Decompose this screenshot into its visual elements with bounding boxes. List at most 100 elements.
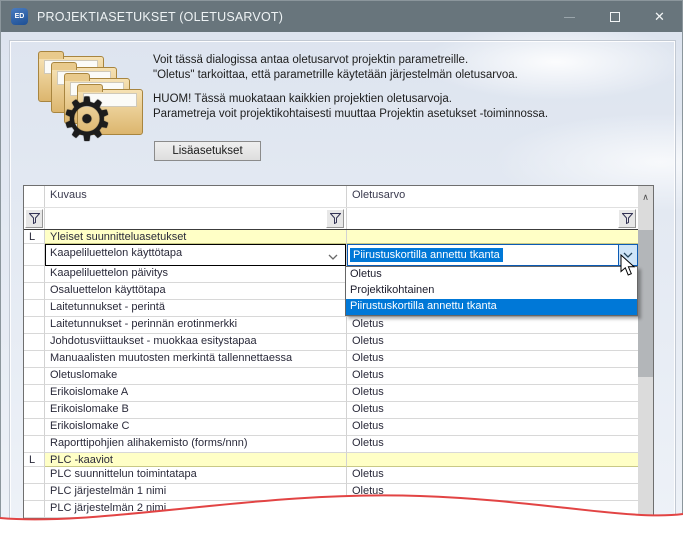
minimize-button[interactable] [547,1,592,33]
row-label-cell[interactable]: Kaapeliluettelon päivitys [45,266,347,283]
dialog-window: ED PROJEKTIASETUKSET (OLETUSARVOT) ✕ ⚙ V… [0,0,683,542]
row-label-cell[interactable]: Laitetunnukset - perinnän erotinmerkki [45,317,347,334]
table-header-row: Kuvaus Oletusarvo [24,186,638,208]
row-value-cell[interactable] [347,230,638,244]
dropdown-popup: OletusProjektikohtainenPiirustuskortilla… [345,266,638,316]
table-row: PLC suunnittelun toimintatapaOletus [24,467,638,484]
row-marker-cell[interactable] [24,317,45,334]
section-row: LYleiset suunnitteluasetukset [24,230,638,244]
row-value-cell[interactable]: Oletus [347,385,638,402]
row-label-cell[interactable]: Kaapeliluettelon käyttötapa [45,244,347,266]
row-marker-cell[interactable] [24,368,45,385]
dropdown-option[interactable]: Piirustuskortilla annettu tkanta [346,299,637,315]
table-row: Raporttipohjien alihakemisto (forms/nnn)… [24,436,638,453]
row-label-cell[interactable]: Johdotusviittaukset - muokkaa esitystapa… [45,334,347,351]
oletusarvo-combobox[interactable]: Piirustuskortilla annettu tkanta [347,244,638,266]
row-marker-cell[interactable] [24,419,45,436]
row-value-cell[interactable]: Oletus [347,334,638,351]
close-button[interactable]: ✕ [637,1,682,33]
row-value-cell[interactable]: Oletus [347,402,638,419]
combobox-selected-value: Piirustuskortilla annettu tkanta [350,248,503,262]
settings-table: Kuvaus Oletusarvo [23,185,654,519]
kuvaus-column-header[interactable]: Kuvaus [45,186,347,207]
app-icon-label: ED [15,13,25,20]
intro-line: HUOM! Tässä muokataan kaikkien projektie… [153,92,548,107]
dropdown-option[interactable]: Projektikohtainen [346,283,637,299]
row-marker-cell[interactable] [24,266,45,283]
filter-input-oletusarvo[interactable] [347,208,638,229]
table-row: OletuslomakeOletus [24,368,638,385]
row-value-cell[interactable]: Oletus [347,368,638,385]
dropdown-option[interactable]: Oletus [346,267,637,283]
app-icon: ED [11,8,28,25]
intro-line: Parametreja voit projektikohtaisesti muu… [153,107,548,122]
filter-button[interactable] [618,209,636,228]
scrollbar-thumb[interactable] [638,230,653,377]
row-marker-cell[interactable] [24,244,45,266]
row-value-cell[interactable] [347,453,638,467]
row-label-cell[interactable]: PLC -kaaviot [45,453,347,467]
funnel-icon [29,213,40,224]
window-title: PROJEKTIASETUKSET (OLETUSARVOT) [37,10,283,24]
filter-button[interactable] [25,209,43,228]
row-value-cell[interactable]: Oletus [347,467,638,484]
filter-row [24,208,638,230]
row-value-cell[interactable]: Piirustuskortilla annettu tkanta [347,244,638,266]
row-label-cell[interactable]: PLC suunnittelun toimintatapa [45,467,347,484]
dialog-body: ⚙ Voit tässä dialogissa antaa oletusarvo… [0,32,683,542]
row-label-cell[interactable]: Yleiset suunnitteluasetukset [45,230,347,244]
maximize-icon [610,12,620,22]
row-value-cell[interactable]: Oletus [347,351,638,368]
row-value-cell[interactable]: Oletus [347,436,638,453]
row-marker-cell[interactable] [24,334,45,351]
row-label-cell[interactable]: Laitetunnukset - perintä [45,300,347,317]
row-label-cell[interactable]: Erikoislomake B [45,402,347,419]
table-row: Johdotusviittaukset - muokkaa esitystapa… [24,334,638,351]
row-marker-cell[interactable] [24,283,45,300]
row-marker-cell[interactable] [24,385,45,402]
row-value-cell[interactable]: Oletus [347,317,638,334]
table-row: Laitetunnukset - perinnän erotinmerkkiOl… [24,317,638,334]
vertical-scrollbar[interactable]: ∧ [638,186,653,518]
row-marker-cell[interactable]: L [24,453,45,467]
maximize-button[interactable] [592,1,637,33]
window-controls: ✕ [547,1,682,33]
row-marker-cell[interactable] [24,402,45,419]
filter-cell-marker[interactable] [24,208,45,229]
folders-gear-icon: ⚙ [38,56,154,160]
screenshot-cut-edge [0,486,683,542]
gear-icon: ⚙ [60,90,114,150]
table-row: Erikoislomake COletus [24,419,638,436]
row-marker-cell[interactable] [24,300,45,317]
intro-line: Voit tässä dialogissa antaa oletusarvot … [153,53,548,68]
row-label-cell[interactable]: Raporttipohjien alihakemisto (forms/nnn) [45,436,347,453]
lisaasetukset-button[interactable]: Lisäasetukset [154,141,261,161]
table-row: Kaapeliluettelon käyttötapaPiirustuskort… [24,244,638,266]
row-value-cell[interactable]: Oletus [347,419,638,436]
filter-button[interactable] [326,209,344,228]
row-marker-cell[interactable] [24,467,45,484]
minimize-icon [564,17,575,18]
row-label-cell[interactable]: Erikoislomake C [45,419,347,436]
row-label-cell[interactable]: Oletuslomake [45,368,347,385]
row-label-cell[interactable]: Manuaalisten muutosten merkintä tallenne… [45,351,347,368]
scrollbar-up-button[interactable]: ∧ [638,186,653,208]
marker-column-header [24,186,45,207]
row-marker-cell[interactable] [24,351,45,368]
chevron-down-icon[interactable] [328,251,338,263]
oletusarvo-column-header[interactable]: Oletusarvo [347,186,638,207]
mouse-cursor-icon [620,254,636,278]
section-row: LPLC -kaaviot [24,453,638,467]
table-row: Erikoislomake BOletus [24,402,638,419]
chevron-up-icon: ∧ [642,192,649,203]
row-marker-cell[interactable] [24,436,45,453]
row-label-cell[interactable]: Erikoislomake A [45,385,347,402]
funnel-icon [622,213,633,224]
row-label-cell[interactable]: Osaluettelon käyttötapa [45,283,347,300]
intro-text: Voit tässä dialogissa antaa oletusarvot … [153,53,548,122]
table-row: Manuaalisten muutosten merkintä tallenne… [24,351,638,368]
row-marker-cell[interactable]: L [24,230,45,244]
funnel-icon [330,213,341,224]
filter-input-kuvaus[interactable] [45,208,347,229]
titlebar[interactable]: ED PROJEKTIASETUKSET (OLETUSARVOT) ✕ [0,0,683,32]
